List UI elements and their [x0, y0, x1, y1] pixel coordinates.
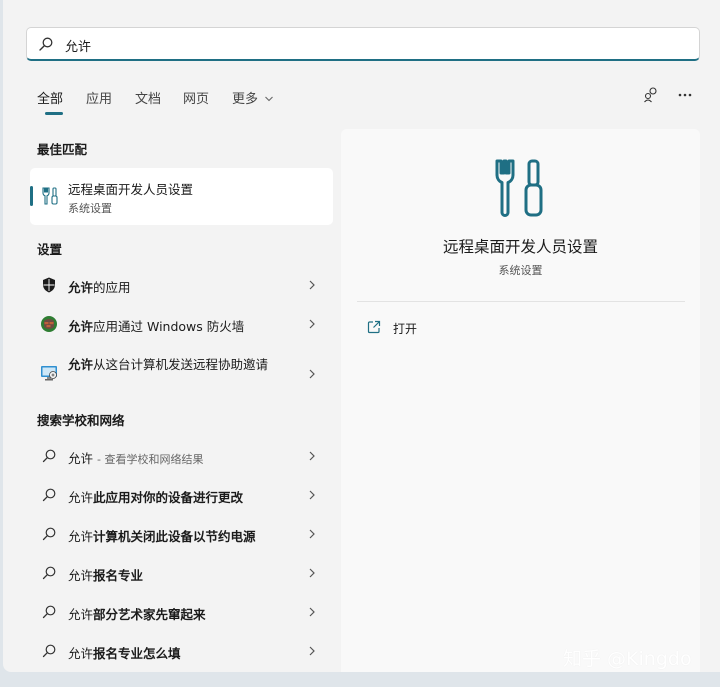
web-result-4[interactable]: 允许部分艺术家先窜起来: [30, 594, 333, 630]
web-result-prefix: 允许: [68, 490, 94, 505]
detail-divider: [357, 301, 685, 302]
settings-item-label: 的应用: [93, 280, 131, 295]
web-result-bold: 部分艺术家先窜起来: [93, 607, 206, 622]
account-switch-icon[interactable]: [642, 86, 660, 104]
chevron-right-icon: [309, 280, 315, 290]
web-result-1[interactable]: 允许此应用对你的设备进行更改: [30, 477, 333, 513]
chevron-right-icon: [309, 319, 315, 329]
search-icon: [42, 449, 56, 463]
chevron-right-icon: [309, 369, 315, 379]
web-result-prefix: 允许: [68, 646, 94, 661]
web-result-text: 允许: [68, 451, 94, 466]
open-label: 打开: [393, 322, 418, 336]
open-external-icon: [367, 320, 381, 334]
settings-item-label: 应用通过 Windows 防火墙: [93, 319, 245, 334]
web-result-bold: 此应用对你的设备进行更改: [93, 490, 244, 505]
detail-title: 远程桌面开发人员设置: [442, 238, 598, 256]
bottom-strip: [0, 672, 720, 687]
web-result-prefix: 允许: [68, 568, 94, 583]
web-result-prefix: 允许: [68, 529, 94, 544]
tab-all[interactable]: 全部: [37, 88, 63, 107]
tab-web[interactable]: 网页: [183, 88, 209, 107]
detail-pane: 远程桌面开发人员设置 系统设置 打开: [341, 129, 700, 672]
settings-item-remote-assist[interactable]: 允许从这台计算机发送远程协助邀请: [30, 352, 333, 396]
search-icon: [42, 527, 56, 541]
detail-subtitle: 系统设置: [498, 264, 543, 277]
best-match-title: 远程桌面开发人员设置: [68, 182, 194, 197]
search-icon: [42, 605, 56, 619]
settings-item-bold: 允许: [68, 357, 94, 372]
chevron-right-icon: [309, 607, 315, 617]
web-result-0[interactable]: 允许 - 查看学校和网络结果: [30, 438, 333, 474]
web-result-hint: - 查看学校和网络结果: [97, 453, 204, 466]
best-match-header: 最佳匹配: [37, 142, 88, 157]
shield-icon: [43, 277, 55, 293]
more-options-icon[interactable]: [676, 86, 694, 104]
settings-item-label: 从这台计算机发送远程协助邀请: [93, 357, 269, 372]
tab-apps[interactable]: 应用: [86, 88, 112, 107]
tools-icon: [42, 187, 58, 205]
watermark: 知乎 @Kingdo: [563, 648, 692, 670]
active-tab-indicator: [45, 112, 63, 115]
best-match-card[interactable]: 远程桌面开发人员设置 系统设置: [30, 168, 333, 225]
firewall-icon: [41, 316, 57, 332]
web-result-5[interactable]: 允许报名专业怎么填: [30, 633, 333, 669]
web-result-2[interactable]: 允许计算机关闭此设备以节约电源: [30, 516, 333, 552]
chevron-right-icon: [309, 568, 315, 578]
settings-item-allowed-apps[interactable]: 允许的应用: [30, 267, 333, 303]
settings-item-bold: 允许: [68, 319, 94, 334]
tools-icon: [495, 159, 543, 217]
search-input[interactable]: [63, 34, 667, 56]
search-icon: [42, 566, 56, 580]
settings-item-firewall[interactable]: 允许应用通过 Windows 防火墙: [30, 306, 333, 342]
web-search-header: 搜索学校和网络: [37, 413, 125, 428]
remote-assist-icon: [41, 366, 57, 381]
selection-accent: [30, 186, 33, 206]
settings-item-bold: 允许: [68, 280, 94, 295]
web-result-bold: 报名专业: [93, 568, 144, 583]
chevron-down-icon: [265, 96, 274, 102]
chevron-right-icon: [309, 646, 315, 656]
best-match-subtitle: 系统设置: [68, 202, 112, 215]
chevron-right-icon: [309, 451, 315, 461]
web-result-bold: 报名专业怎么填: [93, 646, 181, 661]
search-icon: [42, 488, 56, 502]
web-result-3[interactable]: 允许报名专业: [30, 555, 333, 591]
tab-more-label: 更多: [232, 92, 259, 107]
settings-header: 设置: [37, 242, 63, 257]
web-result-bold: 计算机关闭此设备以节约电源: [93, 529, 256, 544]
tab-more[interactable]: 更多: [232, 88, 274, 107]
open-action[interactable]: 打开: [357, 317, 685, 341]
search-icon: [39, 37, 53, 51]
tab-documents[interactable]: 文档: [135, 88, 161, 107]
chevron-right-icon: [309, 490, 315, 500]
search-box[interactable]: [26, 27, 700, 61]
chevron-right-icon: [309, 529, 315, 539]
search-icon: [42, 644, 56, 658]
web-result-prefix: 允许: [68, 607, 94, 622]
